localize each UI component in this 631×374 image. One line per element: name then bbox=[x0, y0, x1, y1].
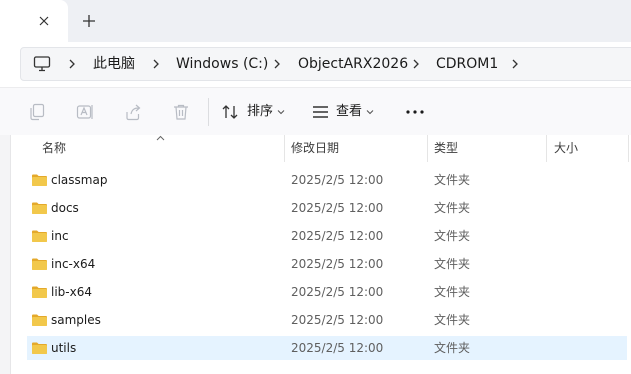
file-modified-date: 2025/2/5 12:00 bbox=[291, 285, 384, 299]
file-name: inc bbox=[51, 229, 69, 243]
view-list-icon bbox=[313, 106, 328, 118]
file-row[interactable]: classmap 2025/2/5 12:00 文件夹 bbox=[27, 168, 627, 192]
command-bar: 排序 查看 bbox=[0, 87, 631, 135]
chevron-right-icon[interactable] bbox=[151, 58, 161, 70]
column-header-row: 名称 修改日期 类型 大小 bbox=[11, 135, 631, 162]
address-bar[interactable]: 此电脑 Windows (C:) ObjectARX2026 CDROM1 bbox=[20, 47, 631, 81]
file-name: docs bbox=[51, 201, 79, 215]
file-list: 名称 修改日期 类型 大小 classmap 2025/2/5 12:00 文件夹 d… bbox=[0, 135, 631, 374]
tab-strip bbox=[0, 0, 631, 42]
file-name: lib-x64 bbox=[51, 285, 92, 299]
file-row[interactable]: inc-x64 2025/2/5 12:00 文件夹 bbox=[27, 252, 627, 276]
column-divider[interactable] bbox=[427, 135, 428, 162]
chevron-right-icon[interactable] bbox=[510, 58, 520, 70]
file-modified-date: 2025/2/5 12:00 bbox=[291, 173, 384, 187]
column-header-type[interactable]: 类型 bbox=[434, 135, 458, 162]
tab-current[interactable] bbox=[0, 0, 68, 42]
column-divider[interactable] bbox=[628, 135, 629, 162]
file-modified-date: 2025/2/5 12:00 bbox=[291, 257, 384, 271]
file-row[interactable]: utils 2025/2/5 12:00 文件夹 bbox=[27, 336, 627, 360]
file-name: classmap bbox=[51, 173, 108, 187]
sort-button[interactable]: 排序 bbox=[222, 88, 292, 136]
file-type: 文件夹 bbox=[434, 173, 471, 187]
chevron-right-icon[interactable] bbox=[411, 58, 421, 70]
file-name: utils bbox=[51, 341, 77, 355]
folder-icon bbox=[32, 202, 47, 214]
folder-icon bbox=[32, 342, 47, 354]
share-icon[interactable] bbox=[124, 103, 142, 121]
chevron-right-icon[interactable] bbox=[67, 58, 77, 70]
sort-ascending-icon bbox=[156, 135, 165, 141]
column-divider[interactable] bbox=[284, 135, 285, 162]
file-row[interactable]: lib-x64 2025/2/5 12:00 文件夹 bbox=[27, 280, 627, 304]
command-separator bbox=[208, 98, 209, 126]
view-label: 查看 bbox=[336, 104, 363, 119]
column-header-name[interactable]: 名称 bbox=[42, 135, 66, 162]
delete-icon[interactable] bbox=[172, 103, 190, 121]
folder-icon bbox=[32, 230, 47, 242]
sort-icon bbox=[222, 105, 238, 119]
file-type: 文件夹 bbox=[434, 285, 471, 299]
column-divider[interactable] bbox=[546, 135, 547, 162]
column-header-date[interactable]: 修改日期 bbox=[291, 135, 339, 162]
chevron-down-icon bbox=[366, 110, 374, 115]
file-type: 文件夹 bbox=[434, 313, 471, 327]
file-type: 文件夹 bbox=[434, 201, 471, 215]
breadcrumb-this-pc[interactable]: 此电脑 bbox=[93, 48, 135, 80]
file-modified-date: 2025/2/5 12:00 bbox=[291, 201, 384, 215]
address-row: 此电脑 Windows (C:) ObjectARX2026 CDROM1 bbox=[0, 42, 631, 87]
breadcrumb-objectarx[interactable]: ObjectARX2026 bbox=[298, 48, 408, 80]
copy-icon[interactable] bbox=[28, 103, 46, 121]
breadcrumb-drive-c[interactable]: Windows (C:) bbox=[176, 48, 268, 80]
chevron-right-icon[interactable] bbox=[272, 58, 282, 70]
column-header-size[interactable]: 大小 bbox=[554, 135, 578, 162]
rename-icon[interactable] bbox=[76, 103, 94, 121]
chevron-down-icon bbox=[277, 110, 285, 115]
folder-icon bbox=[32, 314, 47, 326]
breadcrumb-cdrom1[interactable]: CDROM1 bbox=[436, 48, 498, 80]
file-type: 文件夹 bbox=[434, 341, 471, 355]
view-button[interactable]: 查看 bbox=[312, 88, 380, 136]
folder-icon bbox=[32, 286, 47, 298]
folder-icon bbox=[32, 174, 47, 186]
file-name: samples bbox=[51, 313, 101, 327]
more-icon[interactable] bbox=[406, 110, 424, 114]
file-explorer-window: 此电脑 Windows (C:) ObjectARX2026 CDROM1 排序… bbox=[0, 0, 631, 374]
sort-label: 排序 bbox=[247, 104, 274, 119]
file-name: inc-x64 bbox=[51, 257, 96, 271]
file-row[interactable]: samples 2025/2/5 12:00 文件夹 bbox=[27, 308, 627, 332]
close-icon[interactable] bbox=[36, 13, 52, 29]
file-type: 文件夹 bbox=[434, 229, 471, 243]
plus-icon[interactable] bbox=[80, 12, 98, 30]
file-type: 文件夹 bbox=[434, 257, 471, 271]
navigation-pane-edge bbox=[0, 135, 11, 374]
file-row[interactable]: docs 2025/2/5 12:00 文件夹 bbox=[27, 196, 627, 220]
file-row[interactable]: inc 2025/2/5 12:00 文件夹 bbox=[27, 224, 627, 248]
computer-icon[interactable] bbox=[33, 56, 51, 72]
file-modified-date: 2025/2/5 12:00 bbox=[291, 341, 384, 355]
file-modified-date: 2025/2/5 12:00 bbox=[291, 313, 384, 327]
file-modified-date: 2025/2/5 12:00 bbox=[291, 229, 384, 243]
folder-icon bbox=[32, 258, 47, 270]
